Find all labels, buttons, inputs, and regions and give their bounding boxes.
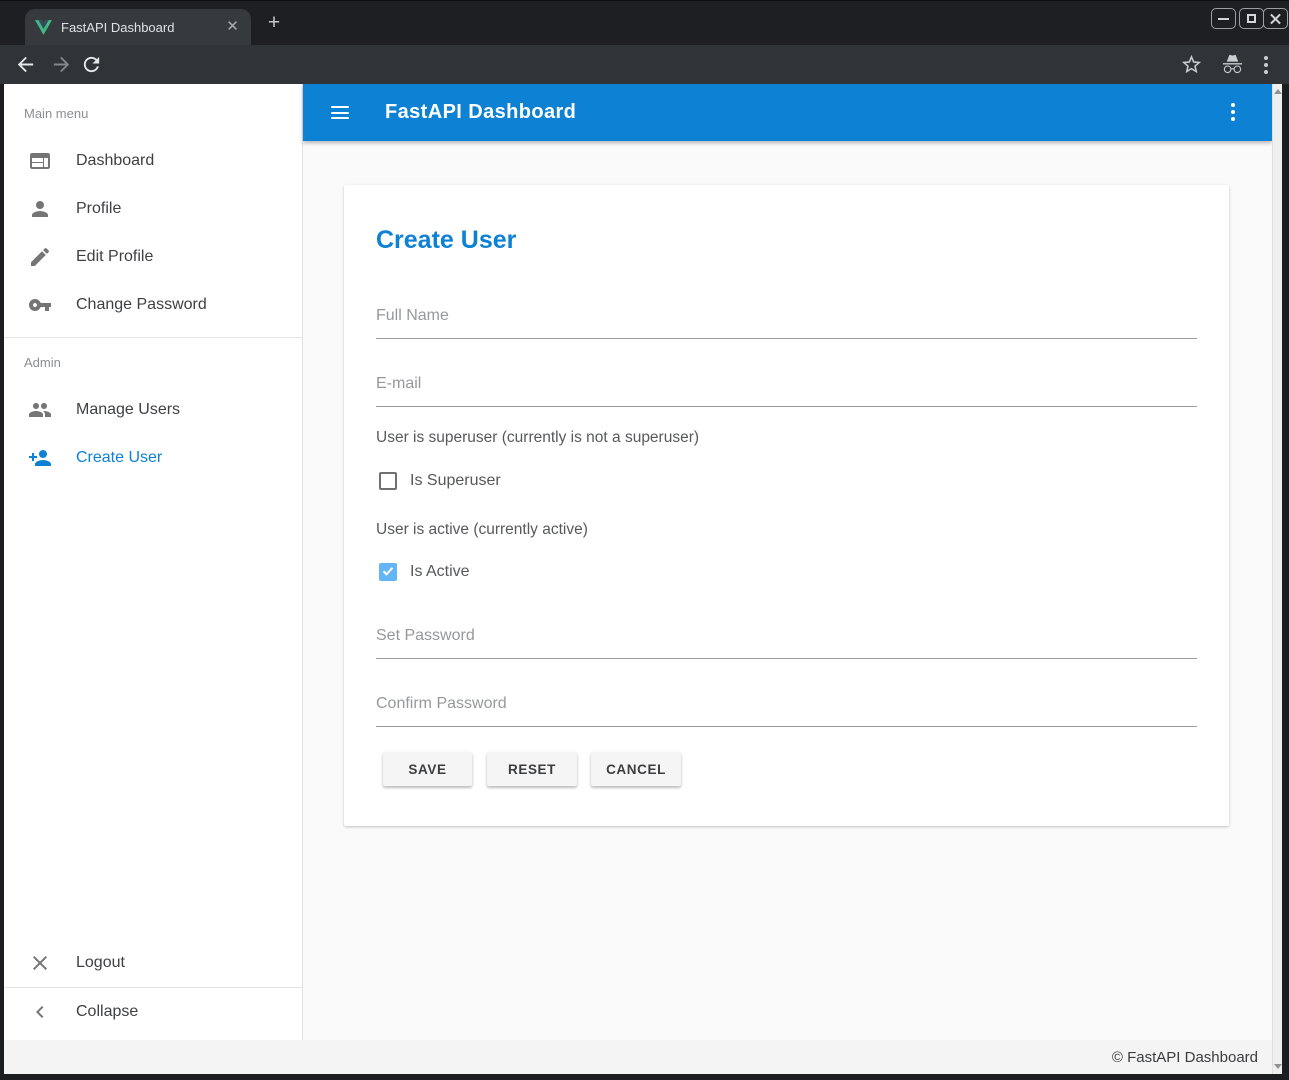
sidebar-item-manage-users[interactable]: Manage Users bbox=[4, 386, 302, 434]
active-hint: User is active (currently active) bbox=[376, 521, 588, 539]
sidebar-section-main-menu: Main menu bbox=[24, 106, 88, 121]
new-tab-button[interactable]: + bbox=[262, 12, 286, 36]
incognito-icon bbox=[1221, 53, 1244, 76]
key-icon bbox=[28, 293, 52, 317]
close-icon bbox=[28, 951, 52, 975]
browser-toolbar: localhost/main/admin/users/create bbox=[0, 45, 1289, 84]
sidebar-divider bbox=[4, 337, 302, 338]
scrollbar-down-icon[interactable] bbox=[1274, 1064, 1282, 1069]
is-active-label: Is Active bbox=[410, 563, 470, 581]
window-maximize-button[interactable] bbox=[1239, 8, 1264, 29]
pencil-icon bbox=[28, 245, 52, 269]
is-superuser-checkbox-row[interactable]: Is Superuser bbox=[379, 472, 501, 490]
reload-icon[interactable] bbox=[80, 53, 103, 76]
sidebar-item-change-password[interactable]: Change Password bbox=[4, 281, 302, 329]
page-footer: © FastAPI Dashboard bbox=[4, 1040, 1272, 1074]
dashboard-icon bbox=[28, 149, 52, 173]
browser-tab-strip: FastAPI Dashboard ✕ + bbox=[0, 0, 1289, 45]
person-add-icon bbox=[28, 446, 52, 470]
sidebar-item-create-user[interactable]: Create User bbox=[4, 434, 302, 482]
window-close-button[interactable] bbox=[1263, 8, 1288, 29]
full-name-field[interactable] bbox=[376, 303, 1197, 339]
is-superuser-checkbox[interactable] bbox=[379, 472, 397, 490]
superuser-hint: User is superuser (currently is not a su… bbox=[376, 429, 699, 447]
browser-menu-icon[interactable] bbox=[1256, 54, 1276, 76]
tab-title: FastAPI Dashboard bbox=[61, 20, 224, 35]
page: Main menu Dashboard Profile Edit Profile… bbox=[4, 84, 1282, 1074]
tab-close-icon[interactable]: ✕ bbox=[224, 19, 241, 36]
menu-icon[interactable] bbox=[331, 106, 349, 119]
cancel-button[interactable]: CANCEL bbox=[591, 752, 681, 786]
sidebar-item-profile[interactable]: Profile bbox=[4, 185, 302, 233]
copyright-text: © FastAPI Dashboard bbox=[1112, 1049, 1258, 1066]
sidebar-item-edit-profile[interactable]: Edit Profile bbox=[4, 233, 302, 281]
set-password-field[interactable] bbox=[376, 623, 1197, 659]
sidebar: Main menu Dashboard Profile Edit Profile… bbox=[4, 84, 303, 1040]
sidebar-item-logout[interactable]: Logout bbox=[4, 939, 302, 987]
create-user-card: Create User User is superuser (currently… bbox=[344, 185, 1229, 826]
sidebar-section-admin: Admin bbox=[24, 355, 61, 370]
sidebar-item-collapse[interactable]: Collapse bbox=[4, 988, 302, 1036]
browser-tab[interactable]: FastAPI Dashboard ✕ bbox=[25, 9, 251, 46]
app-title: FastAPI Dashboard bbox=[385, 101, 576, 124]
save-button[interactable]: SAVE bbox=[383, 752, 472, 786]
check-icon bbox=[381, 565, 395, 577]
back-icon[interactable] bbox=[14, 53, 37, 76]
confirm-password-field[interactable] bbox=[376, 691, 1197, 727]
forward-icon[interactable] bbox=[50, 53, 73, 76]
chevron-left-icon bbox=[28, 1000, 52, 1024]
window-minimize-button[interactable] bbox=[1211, 8, 1236, 29]
people-icon bbox=[28, 398, 52, 422]
person-icon bbox=[28, 197, 52, 221]
app-bar: FastAPI Dashboard bbox=[303, 84, 1272, 141]
reset-button[interactable]: RESET bbox=[487, 752, 577, 786]
is-active-checkbox[interactable] bbox=[379, 563, 397, 581]
page-scrollbar[interactable] bbox=[1272, 84, 1282, 1074]
bookmark-star-icon[interactable] bbox=[1180, 53, 1203, 76]
is-active-checkbox-row[interactable]: Is Active bbox=[379, 563, 470, 581]
email-field[interactable] bbox=[376, 371, 1197, 407]
is-superuser-label: Is Superuser bbox=[410, 472, 501, 490]
card-title: Create User bbox=[376, 226, 516, 255]
sidebar-item-dashboard[interactable]: Dashboard bbox=[4, 137, 302, 185]
vue-logo-icon bbox=[35, 20, 52, 35]
scrollbar-up-icon[interactable] bbox=[1274, 89, 1282, 94]
appbar-more-icon[interactable] bbox=[1223, 101, 1243, 123]
